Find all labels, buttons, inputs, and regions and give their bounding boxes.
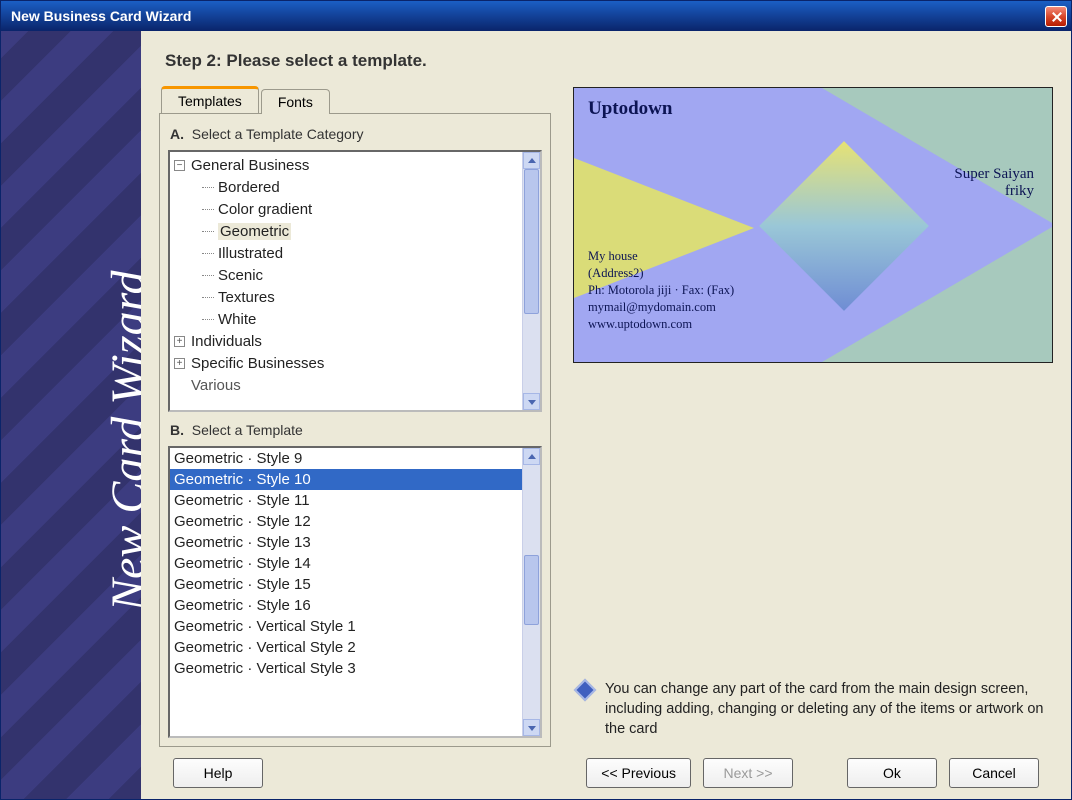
tab-templates[interactable]: Templates [161, 86, 259, 113]
preview-name-line: friky [954, 183, 1034, 200]
preview-company: Uptodown [588, 98, 672, 120]
next-button[interactable]: Next >> [703, 758, 793, 788]
scroll-track[interactable] [523, 169, 540, 393]
tree-scrollbar[interactable] [522, 152, 540, 410]
list-item[interactable]: Geometric · Style 15 [170, 574, 522, 595]
section-a-label: A. Select a Template Category [170, 126, 540, 142]
wizard-window: New Business Card Wizard New Card Wizard… [0, 0, 1072, 800]
tree-item-specific-businesses[interactable]: + Specific Businesses [174, 352, 518, 374]
step-heading: Step 2: Please select a template. [165, 51, 1053, 71]
left-column: Templates Fonts A. Select a Template Cat… [159, 85, 551, 747]
list-item[interactable]: Geometric · Style 12 [170, 511, 522, 532]
wizard-sidebar: New Card Wizard [1, 31, 141, 799]
info-text: You can change any part of the card from… [605, 679, 1045, 739]
preview-address: My house (Address2) Ph: Motorola jiji · … [588, 248, 734, 333]
category-tree[interactable]: − General Business Bordered Color gradie… [168, 150, 542, 412]
section-a-text: Select a Template Category [192, 126, 364, 142]
preview-addr-line: mymail@mydomain.com [588, 299, 734, 316]
scroll-down-button[interactable] [523, 393, 540, 410]
cancel-button[interactable]: Cancel [949, 758, 1039, 788]
collapse-icon[interactable]: − [174, 160, 185, 171]
list-scrollbar[interactable] [522, 448, 540, 736]
preview-name: Super Saiyan friky [954, 166, 1034, 200]
tree-label: Individuals [191, 333, 262, 350]
tree-item-textures[interactable]: Textures [174, 286, 518, 308]
info-icon [574, 679, 597, 702]
body-area: New Card Wizard Step 2: Please select a … [1, 31, 1071, 799]
tree-label: Geometric [218, 223, 291, 240]
preview-addr-line: (Address2) [588, 265, 734, 282]
scroll-up-button[interactable] [523, 448, 540, 465]
tree-item-geometric[interactable]: Geometric [174, 220, 518, 242]
list-item[interactable]: Geometric · Style 13 [170, 532, 522, 553]
close-icon[interactable] [1045, 6, 1067, 27]
tree-label: General Business [191, 157, 309, 174]
tree-item-general-business[interactable]: − General Business [174, 154, 518, 176]
info-row: You can change any part of the card from… [573, 663, 1053, 747]
list-item[interactable]: Geometric · Style 9 [170, 448, 522, 469]
section-b-label: B. Select a Template [170, 422, 540, 438]
scroll-up-button[interactable] [523, 152, 540, 169]
sidebar-title: New Card Wizard [101, 271, 141, 612]
tree-item-various[interactable]: Various [174, 374, 518, 396]
expand-icon[interactable]: + [174, 336, 185, 347]
preview-name-line: Super Saiyan [954, 166, 1034, 183]
scroll-thumb[interactable] [524, 555, 539, 625]
tree-label: White [218, 311, 256, 328]
window-title: New Business Card Wizard [11, 8, 191, 24]
tree-item-scenic[interactable]: Scenic [174, 264, 518, 286]
previous-button[interactable]: << Previous [586, 758, 691, 788]
tree-label: Various [191, 377, 241, 394]
button-bar: Help << Previous Next >> Ok Cancel [159, 747, 1053, 799]
tree-item-illustrated[interactable]: Illustrated [174, 242, 518, 264]
tree-item-color-gradient[interactable]: Color gradient [174, 198, 518, 220]
list-item[interactable]: Geometric · Style 14 [170, 553, 522, 574]
list-item[interactable]: Geometric · Style 10 [170, 469, 522, 490]
expand-icon[interactable]: + [174, 358, 185, 369]
list-item[interactable]: Geometric · Vertical Style 3 [170, 658, 522, 679]
ok-button[interactable]: Ok [847, 758, 937, 788]
preview-addr-line: www.uptodown.com [588, 316, 734, 333]
tab-fonts[interactable]: Fonts [261, 89, 330, 114]
help-button[interactable]: Help [173, 758, 263, 788]
scroll-down-button[interactable] [523, 719, 540, 736]
list-item[interactable]: Geometric · Vertical Style 1 [170, 616, 522, 637]
scroll-thumb[interactable] [524, 169, 539, 314]
list-item[interactable]: Geometric · Style 16 [170, 595, 522, 616]
template-list[interactable]: Geometric · Style 9 Geometric · Style 10… [168, 446, 542, 738]
tree-item-bordered[interactable]: Bordered [174, 176, 518, 198]
preview-addr-line: Ph: Motorola jiji · Fax: (Fax) [588, 282, 734, 299]
right-column: Uptodown Super Saiyan friky My house (Ad… [573, 85, 1053, 747]
section-a-prefix: A. [170, 126, 184, 142]
tree-item-white[interactable]: White [174, 308, 518, 330]
card-preview: Uptodown Super Saiyan friky My house (Ad… [573, 87, 1053, 363]
section-b-text: Select a Template [192, 422, 303, 438]
templates-panel: A. Select a Template Category − General … [159, 113, 551, 747]
list-item[interactable]: Geometric · Vertical Style 2 [170, 637, 522, 658]
tree-label: Textures [218, 289, 275, 306]
scroll-track[interactable] [523, 465, 540, 719]
titlebar: New Business Card Wizard [1, 1, 1071, 31]
list-item[interactable]: Geometric · Style 11 [170, 490, 522, 511]
main-panel: Step 2: Please select a template. Templa… [141, 31, 1071, 799]
tree-label: Color gradient [218, 201, 312, 218]
tabstrip: Templates Fonts [159, 85, 551, 113]
section-b-prefix: B. [170, 422, 184, 438]
preview-addr-line: My house [588, 248, 734, 265]
tree-item-individuals[interactable]: + Individuals [174, 330, 518, 352]
tree-label: Scenic [218, 267, 263, 284]
tree-label: Bordered [218, 179, 280, 196]
tree-label: Specific Businesses [191, 355, 324, 372]
tree-label: Illustrated [218, 245, 283, 262]
